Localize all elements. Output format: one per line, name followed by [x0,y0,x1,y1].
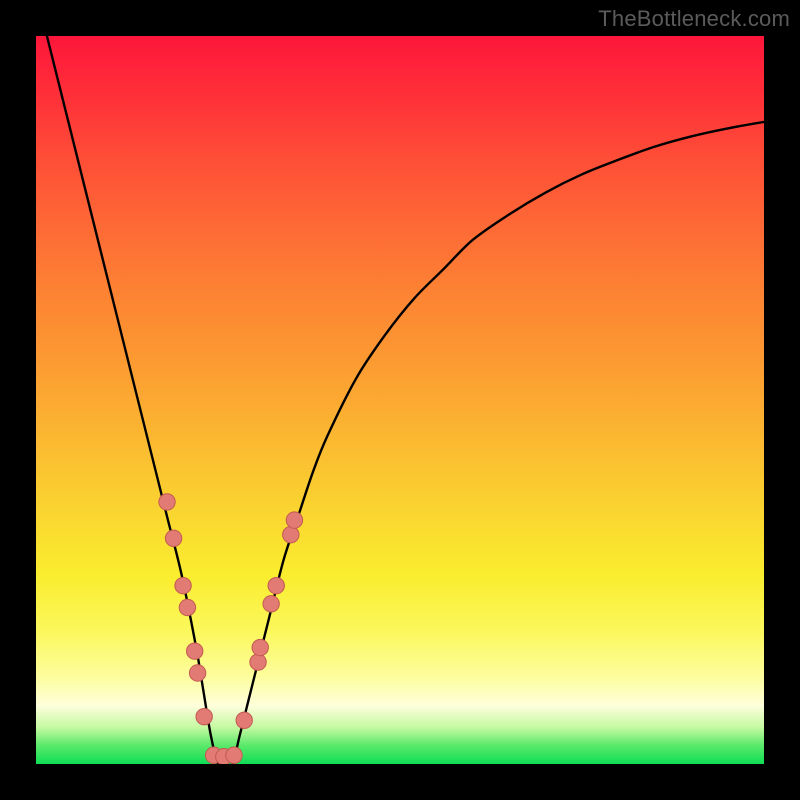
plot-area [36,36,764,764]
curve-marker [187,643,203,659]
curve-marker [205,747,221,763]
bottleneck-curve [36,36,764,764]
curve-marker [236,712,252,728]
curve-marker [179,599,195,615]
curve-marker [175,577,191,593]
curve-marker [268,577,284,593]
watermark-text: TheBottleneck.com [598,6,790,32]
curve-marker [165,530,181,546]
curve-marker [252,639,268,655]
curve-svg [36,36,764,764]
curve-marker [286,512,302,528]
curve-marker [196,708,212,724]
curve-marker [159,494,175,510]
chart-frame: TheBottleneck.com [0,0,800,800]
curve-marker [226,747,242,763]
curve-marker [189,665,205,681]
curve-markers [159,494,303,764]
curve-marker [263,596,279,612]
curve-marker [250,654,266,670]
curve-marker [283,526,299,542]
curve-marker [216,749,232,764]
